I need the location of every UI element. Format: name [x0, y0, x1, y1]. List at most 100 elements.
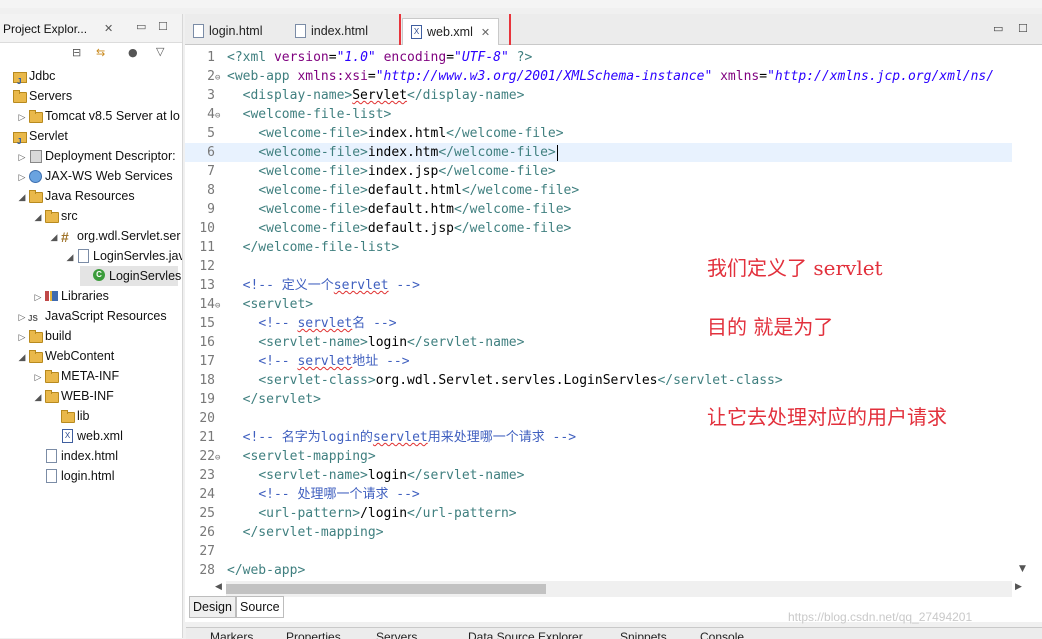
- minimize-icon[interactable]: ▭: [136, 20, 146, 33]
- code-line[interactable]: 23 <servlet-name>login</servlet-name>: [185, 466, 1012, 485]
- code-line[interactable]: 1 <?xml version="1.0" encoding="UTF-8" ?>: [185, 48, 1012, 67]
- code-line[interactable]: 15 <!-- servlet名 -->: [185, 314, 1012, 333]
- line-number: 22: [199, 449, 215, 464]
- tree-item[interactable]: ▷ build: [16, 326, 71, 346]
- tree-item[interactable]: ◢ WEB-INF: [32, 386, 114, 406]
- focus-icon[interactable]: ●: [128, 46, 138, 59]
- tree-item[interactable]: ▷ META-INF: [32, 366, 119, 386]
- java-resources-icon: [28, 189, 43, 203]
- code-line[interactable]: 4⊖ <welcome-file-list>: [185, 105, 1012, 124]
- expanded-twisty-icon[interactable]: ◢: [32, 207, 44, 227]
- collapsed-twisty-icon[interactable]: ▷: [32, 367, 44, 387]
- tree-item[interactable]: ▷ JavaScript Resources: [16, 306, 167, 329]
- tree-item[interactable]: Servers: [0, 86, 72, 106]
- code-token: </servlet>: [242, 392, 321, 407]
- view-menu-icon[interactable]: ▽: [156, 45, 164, 58]
- expanded-twisty-icon[interactable]: ◢: [48, 227, 60, 247]
- collapsed-twisty-icon[interactable]: ▷: [32, 287, 44, 307]
- code-line[interactable]: 6 <welcome-file>index.htm</welcome-file>: [185, 143, 1012, 162]
- collapse-all-icon[interactable]: ⊟: [72, 46, 81, 59]
- code-token: servlet: [297, 354, 353, 369]
- folder-icon: [44, 369, 59, 383]
- code-line[interactable]: 26 </servlet-mapping>: [185, 523, 1012, 542]
- expanded-twisty-icon[interactable]: ◢: [16, 187, 28, 207]
- tree-item[interactable]: index.html: [32, 446, 118, 466]
- tree-item-label: login.html: [61, 469, 115, 483]
- line-number: 20: [199, 411, 215, 426]
- expanded-twisty-icon[interactable]: ◢: [32, 387, 44, 407]
- tree-item[interactable]: web.xml: [48, 426, 123, 446]
- tree-item[interactable]: ◢ org.wdl.Servlet.ser: [48, 226, 181, 247]
- code-line[interactable]: 16 <servlet-name>login</servlet-name>: [185, 333, 1012, 352]
- scrollbar-thumb[interactable]: [226, 584, 546, 594]
- source-tab[interactable]: Source: [236, 596, 284, 618]
- editor-maximize-icon[interactable]: ☐: [1018, 22, 1028, 35]
- design-tab[interactable]: Design: [189, 596, 236, 618]
- code-line[interactable]: 5 <welcome-file>index.html</welcome-file…: [185, 124, 1012, 143]
- line-number: 24: [199, 487, 215, 502]
- code-line[interactable]: 28 </web-app>: [185, 561, 1012, 580]
- code-line[interactable]: 3 <display-name>Servlet</display-name>: [185, 86, 1012, 105]
- code-line[interactable]: 2⊖ <web-app xmlns:xsi="http://www.w3.org/…: [185, 67, 1012, 86]
- scroll-right-icon[interactable]: ▶: [1015, 582, 1022, 592]
- tree-item[interactable]: ▷ Libraries: [32, 286, 109, 306]
- scroll-left-icon[interactable]: ◀: [215, 582, 222, 592]
- tree-item[interactable]: ◢ LoginServles.jav: [64, 246, 182, 267]
- tree-item[interactable]: ▷ Tomcat v8.5 Server at lo: [16, 106, 180, 126]
- code-line[interactable]: 27: [185, 542, 1012, 561]
- vertical-scrollbar[interactable]: [1012, 45, 1042, 579]
- tree-item[interactable]: ▷ Deployment Descriptor:: [16, 146, 176, 166]
- code-line[interactable]: 13 <!-- 定义一个servlet -->: [185, 276, 1012, 295]
- explorer-title[interactable]: Project Explor...: [3, 22, 87, 36]
- tree-item[interactable]: LoginServles: [80, 266, 181, 286]
- collapsed-twisty-icon[interactable]: ▷: [16, 147, 28, 167]
- collapsed-twisty-icon[interactable]: ▷: [16, 307, 28, 327]
- maximize-icon[interactable]: ☐: [158, 20, 168, 33]
- code-line[interactable]: 22⊖ <servlet-mapping>: [185, 447, 1012, 466]
- expanded-twisty-icon[interactable]: ◢: [16, 347, 28, 367]
- collapsed-twisty-icon[interactable]: ▷: [16, 167, 28, 187]
- code-line[interactable]: 7 <welcome-file>index.jsp</welcome-file>: [185, 162, 1012, 181]
- tree-item[interactable]: ◢ Java Resources: [16, 186, 135, 206]
- code-line[interactable]: 11 </welcome-file-list>: [185, 238, 1012, 257]
- link-with-editor-icon[interactable]: ⇆: [96, 46, 105, 59]
- line-number: 10: [199, 221, 215, 236]
- tree-item-label: Jdbc: [29, 69, 56, 83]
- tree-item[interactable]: Servlet: [0, 126, 68, 152]
- code-text: <servlet-name>login</servlet-name>: [227, 468, 524, 483]
- code-line[interactable]: 12: [185, 257, 1012, 276]
- tree-item[interactable]: ◢ src: [32, 206, 78, 226]
- code-line[interactable]: 18 <servlet-class>org.wdl.Servlet.servle…: [185, 371, 1012, 390]
- tab-index-html[interactable]: index.html: [293, 18, 368, 44]
- code-line[interactable]: 24 <!-- 处理哪一个请求 -->: [185, 485, 1012, 504]
- scroll-down-icon[interactable]: ▼: [1019, 564, 1026, 574]
- explorer-close-icon[interactable]: ✕: [104, 22, 113, 35]
- code-line[interactable]: 25 <url-pattern>/login</url-pattern>: [185, 504, 1012, 523]
- editor-minimize-icon[interactable]: ▭: [993, 22, 1003, 35]
- expanded-twisty-icon[interactable]: ◢: [64, 247, 76, 267]
- code-line[interactable]: 21 <!-- 名字为login的servlet用来处理哪一个请求 -->: [185, 428, 1012, 447]
- tree-item[interactable]: ▷ JAX-WS Web Services: [16, 166, 173, 186]
- code-text: <welcome-file>index.jsp</welcome-file>: [227, 164, 555, 179]
- code-editor[interactable]: 1 <?xml version="1.0" encoding="UTF-8" ?>…: [185, 45, 1042, 579]
- horizontal-scrollbar[interactable]: [226, 581, 1012, 597]
- collapsed-twisty-icon[interactable]: ▷: [16, 107, 28, 127]
- code-line[interactable]: 9 <welcome-file>default.htm</welcome-fil…: [185, 200, 1012, 219]
- code-line[interactable]: 10 <welcome-file>default.jsp</welcome-fi…: [185, 219, 1012, 238]
- tree-item[interactable]: Jdbc: [0, 66, 56, 92]
- code-line[interactable]: 8 <welcome-file>default.html</welcome-fi…: [185, 181, 1012, 200]
- tree-item[interactable]: ◢ WebContent: [16, 346, 114, 366]
- code-line[interactable]: 14⊖ <servlet>: [185, 295, 1012, 314]
- tree-item[interactable]: lib: [48, 406, 90, 426]
- tab-login-html[interactable]: login.html: [191, 18, 263, 44]
- code-token: servlet: [297, 316, 353, 331]
- line-number: 14: [199, 297, 215, 312]
- tree-item-label: lib: [77, 409, 90, 423]
- code-line[interactable]: 17 <!-- servlet地址 -->: [185, 352, 1012, 371]
- tree-item[interactable]: login.html: [32, 466, 115, 486]
- collapsed-twisty-icon[interactable]: ▷: [16, 327, 28, 347]
